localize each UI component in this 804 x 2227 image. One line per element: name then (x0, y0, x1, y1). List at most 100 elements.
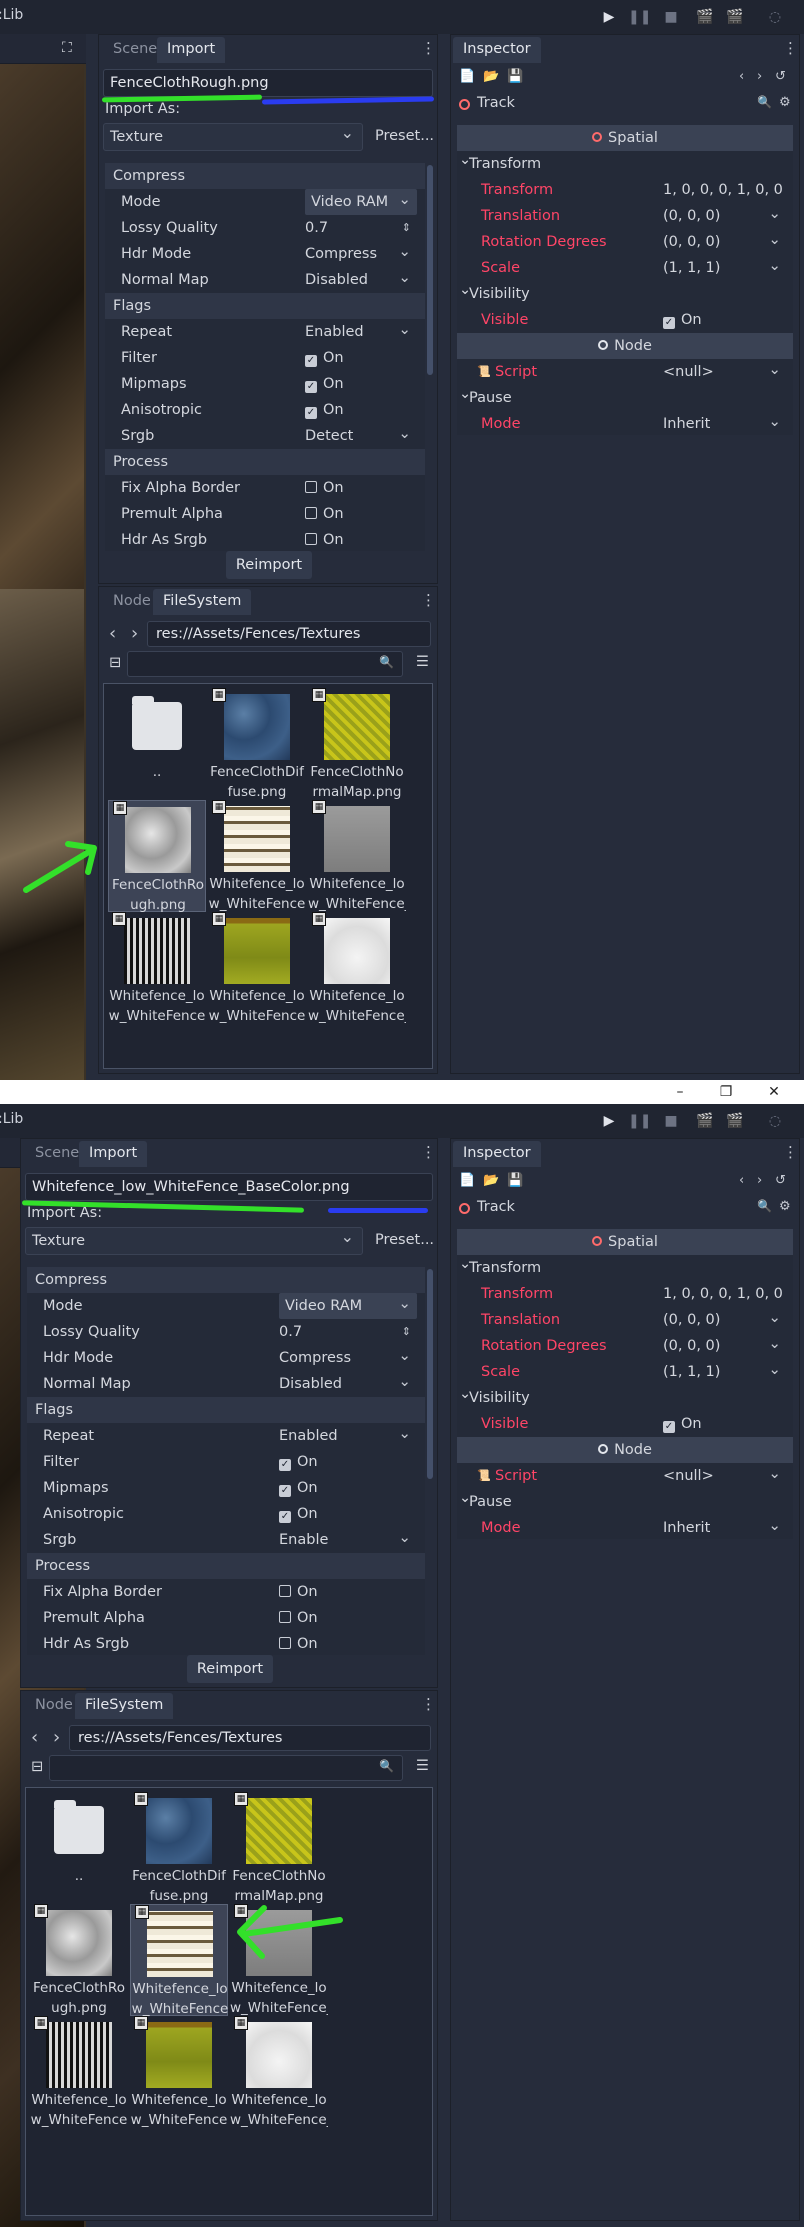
property-value[interactable]: On (305, 501, 417, 527)
spinner-icon[interactable]: ◌ (764, 6, 786, 28)
file-item[interactable]: ▦ FenceClothNo rmalMap.png (230, 1792, 328, 1904)
property-value[interactable]: (1, 1, 1) ⌄ (663, 255, 787, 281)
3d-viewport[interactable]: ⛶ (0, 34, 86, 1080)
dock-menu-icon[interactable]: ⋮ (783, 39, 798, 57)
dock-menu-icon[interactable]: ⋮ (421, 1143, 436, 1161)
inspector-row[interactable]: Rotation Degrees (0, 0, 0) ⌄ (457, 229, 793, 255)
group-header[interactable]: ⌄ Visibility (457, 281, 793, 307)
inspector-properties[interactable]: Spatial ⌄ Transform Transform 1, 0, 0, 0, 1,… (457, 125, 793, 435)
inspector-row[interactable]: Translation (0, 0, 0) ⌄ (457, 203, 793, 229)
preset-button[interactable]: Preset... (375, 123, 434, 151)
property-value[interactable]: On (279, 1631, 417, 1655)
inspector-row[interactable]: Visible ✓ On (457, 1411, 793, 1437)
property-value[interactable]: Disabled ⌄ (279, 1371, 417, 1397)
import-as-dropdown[interactable]: Texture ⌄ (25, 1227, 363, 1255)
play-icon[interactable]: ▶ (598, 1110, 620, 1132)
object-properties-icon[interactable]: ⚙ (779, 95, 791, 110)
tab-inspector[interactable]: Inspector (453, 37, 541, 63)
checkbox-icon[interactable]: ✓ (305, 355, 317, 367)
minimize-button[interactable]: – (668, 1082, 692, 1102)
checkbox-icon[interactable]: ✓ (663, 1421, 675, 1433)
property-value[interactable]: <null> ⌄ (663, 1463, 787, 1489)
stop-icon[interactable]: ■ (660, 6, 682, 28)
checkbox-icon[interactable]: ✓ (663, 317, 675, 329)
tab-filesystem[interactable]: FileSystem (75, 1693, 174, 1719)
inspector-row[interactable]: 📜 Script <null> ⌄ (457, 359, 793, 385)
reimport-button[interactable]: Reimport (187, 1655, 273, 1683)
inspector-row[interactable]: 📜 Script <null> ⌄ (457, 1463, 793, 1489)
list-view-icon[interactable]: ☰ (416, 1758, 429, 1774)
group-header[interactable]: ⌄ Transform (457, 1255, 793, 1281)
category-header[interactable]: Node (457, 1437, 793, 1463)
property-value[interactable]: ✓ On (305, 371, 417, 397)
inspector-row[interactable]: Translation (0, 0, 0) ⌄ (457, 1307, 793, 1333)
tab-import[interactable]: Import (157, 37, 226, 63)
property-value[interactable]: Detect ⌄ (305, 423, 417, 449)
history-back-icon[interactable]: ‹ (739, 69, 744, 84)
section-process[interactable]: Process (27, 1553, 425, 1579)
reimport-button[interactable]: Reimport (226, 551, 312, 579)
pause-icon[interactable]: ❚❚ (628, 1110, 651, 1132)
play-scene-icon[interactable]: 🎬 (694, 1110, 716, 1132)
file-item[interactable]: ▦ Whitefence_lo w_WhiteFence (208, 800, 306, 912)
import-properties[interactable]: Compress Mode Video RAM ⌄ Lossy Quality 0.7 ⇕ H… (105, 163, 425, 551)
file-item[interactable]: .. (30, 1792, 128, 1904)
inspector-row[interactable]: Transform 1, 0, 0, 0, 1, 0, 0 (457, 1281, 793, 1307)
category-header[interactable]: Spatial (457, 1229, 793, 1255)
open-resource-icon[interactable]: 📂 (483, 1173, 499, 1188)
play-icon[interactable]: ▶ (598, 6, 620, 28)
inspector-row[interactable]: Scale (1, 1, 1) ⌄ (457, 255, 793, 281)
object-properties-icon[interactable]: ⚙ (779, 1199, 791, 1214)
spinner-icon[interactable]: ◌ (764, 1110, 786, 1132)
group-header[interactable]: ⌄ Transform (457, 151, 793, 177)
property-value[interactable]: Enabled ⌄ (279, 1423, 417, 1449)
section-compress[interactable]: Compress (27, 1267, 425, 1293)
section-compress[interactable]: Compress (105, 163, 425, 189)
properties-scrollbar[interactable] (427, 165, 433, 375)
history-forward-icon[interactable]: › (757, 69, 762, 84)
property-value[interactable]: Enable ⌄ (279, 1527, 417, 1553)
dock-menu-icon[interactable]: ⋮ (421, 591, 436, 609)
section-flags[interactable]: Flags (105, 293, 425, 319)
file-item[interactable]: ▦ Whitefence_lo w_WhiteFence (108, 912, 206, 1024)
inspector-row[interactable]: Mode Inherit ⌄ (457, 1515, 793, 1539)
file-item[interactable]: ▦ Whitefence_lo w_WhiteFence_ (308, 800, 406, 912)
window-titlebar[interactable]: – ❐ ✕ (0, 1080, 804, 1104)
group-header[interactable]: ⌄ Pause (457, 1489, 793, 1515)
inspector-row[interactable]: Rotation Degrees (0, 0, 0) ⌄ (457, 1333, 793, 1359)
file-item[interactable]: ▦ Whitefence_lo w_WhiteFence_ (230, 2016, 328, 2128)
checkbox-icon[interactable] (305, 533, 317, 545)
property-value[interactable]: ✓ On (663, 307, 787, 333)
dock-menu-icon[interactable]: ⋮ (783, 1143, 798, 1161)
play-custom-icon[interactable]: 🎬 (724, 6, 746, 28)
dock-menu-icon[interactable]: ⋮ (421, 1695, 436, 1713)
property-value[interactable]: (1, 1, 1) ⌄ (663, 1359, 787, 1385)
properties-scrollbar[interactable] (427, 1269, 433, 1479)
file-item[interactable]: ▦ Whitefence_lo w_WhiteFence (30, 2016, 128, 2128)
section-process[interactable]: Process (105, 449, 425, 475)
inspector-properties[interactable]: Spatial ⌄ Transform Transform 1, 0, 0, 0, 1,… (457, 1229, 793, 1539)
checkbox-icon[interactable]: ✓ (279, 1459, 291, 1471)
path-field[interactable]: res://Assets/Fences/Textures (147, 621, 431, 647)
property-value[interactable]: ✓ On (305, 345, 417, 371)
group-header[interactable]: ⌄ Pause (457, 385, 793, 411)
property-value[interactable]: On (279, 1579, 417, 1605)
import-as-dropdown[interactable]: Texture ⌄ (103, 123, 363, 151)
property-value[interactable]: <null> ⌄ (663, 359, 787, 385)
play-custom-icon[interactable]: 🎬 (724, 1110, 746, 1132)
property-value[interactable]: Compress ⌄ (279, 1345, 417, 1371)
history-back-icon[interactable]: ‹ (739, 1173, 744, 1188)
file-item[interactable]: ▦ Whitefence_lo w_WhiteFence (130, 1904, 228, 2017)
new-resource-icon[interactable]: 📄 (459, 69, 475, 84)
property-value[interactable]: ✓ On (279, 1449, 417, 1475)
group-header[interactable]: ⌄ Visibility (457, 1385, 793, 1411)
tree-toggle-icon[interactable]: ⊟ (31, 1759, 43, 1775)
property-value[interactable]: Inherit ⌄ (663, 411, 787, 435)
property-value[interactable]: Disabled ⌄ (305, 267, 417, 293)
property-value[interactable]: ✓ On (279, 1501, 417, 1527)
property-value[interactable]: 0.7 ⇕ (279, 1319, 417, 1345)
category-header[interactable]: Node (457, 333, 793, 359)
history-icon[interactable]: ↺ (775, 69, 786, 84)
history-forward-icon[interactable]: › (757, 1173, 762, 1188)
checkbox-icon[interactable] (279, 1637, 291, 1649)
